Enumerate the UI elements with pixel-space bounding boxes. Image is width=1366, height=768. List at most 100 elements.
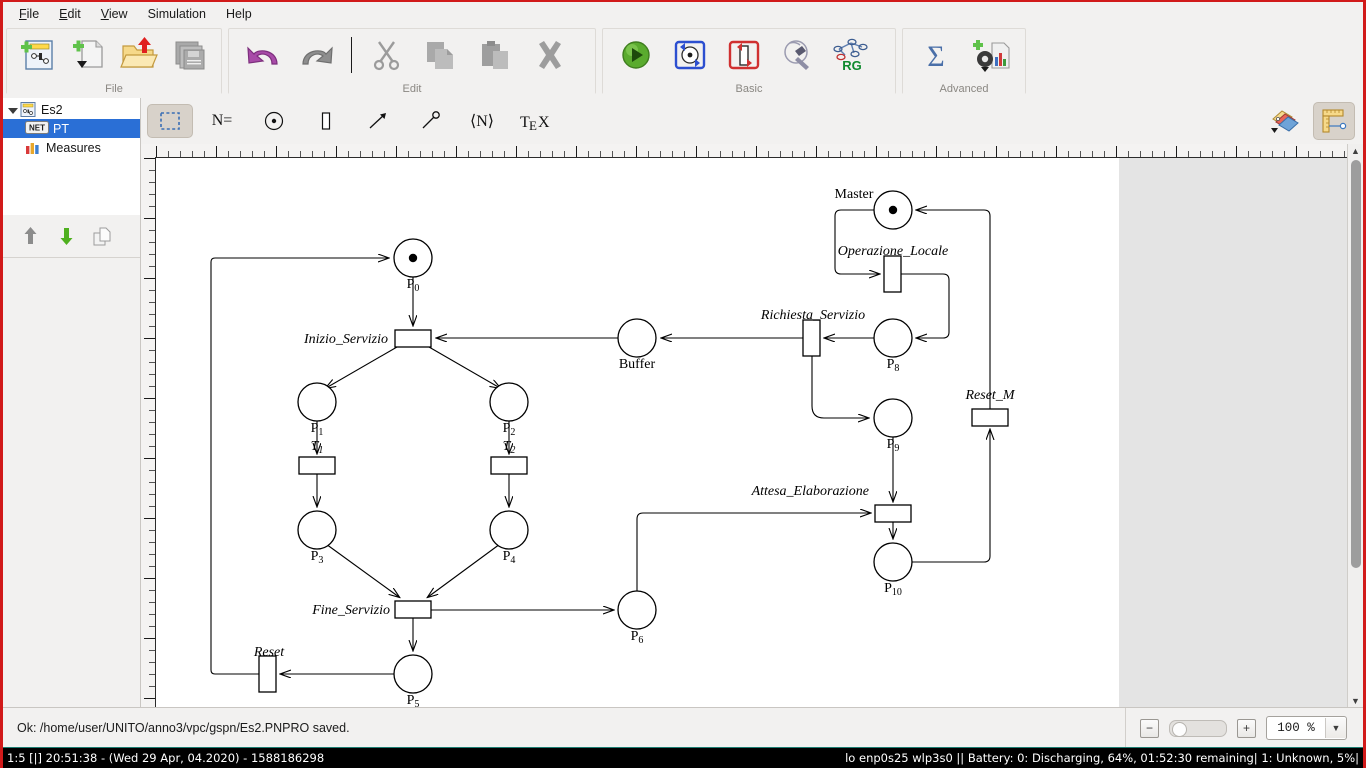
place-P2[interactable]: P2 <box>489 382 529 438</box>
place-P3[interactable]: P3 <box>297 510 337 566</box>
menu-view[interactable]: View <box>91 5 138 23</box>
menu-simulation[interactable]: Simulation <box>138 5 216 23</box>
ruler-grid-button[interactable] <box>1313 102 1355 140</box>
place-P4[interactable]: P4 <box>489 510 529 566</box>
ruler-tick <box>1212 151 1213 157</box>
transition-Inizio_Servizio[interactable]: Inizio_Servizio <box>303 329 432 348</box>
ruler-tick <box>552 151 553 157</box>
save-button[interactable] <box>165 29 216 81</box>
color-class-tool[interactable]: ⟨N⟩ <box>459 104 505 138</box>
reachability-graph-button[interactable]: RG <box>825 29 879 81</box>
transition-T1[interactable]: T1 <box>298 439 336 475</box>
zoom-out-button[interactable]: − <box>1140 718 1159 738</box>
project-sidebar: Es2 NET PT Measures <box>3 98 141 708</box>
redo-button[interactable] <box>289 29 343 81</box>
sum-measures-button[interactable]: Σ <box>909 29 963 81</box>
gear-chart-icon <box>973 40 1010 72</box>
tree-item-measures[interactable]: Measures <box>3 138 140 157</box>
play-simulation-button[interactable] <box>609 29 663 81</box>
place-P5[interactable]: P5 <box>393 654 433 708</box>
ruler-tick <box>149 506 155 507</box>
open-file-button[interactable] <box>114 29 165 81</box>
ruler-tick <box>576 146 577 157</box>
forward-step-button[interactable] <box>663 29 717 81</box>
duplicate-button[interactable] <box>91 224 113 248</box>
zoom-level-value: 100 % <box>1277 721 1315 735</box>
sidebar-tool-strip <box>3 215 140 258</box>
inhibitor-arc-icon <box>422 111 440 129</box>
undo-button[interactable] <box>235 29 289 81</box>
backward-step-button[interactable] <box>717 29 771 81</box>
chevron-down-icon[interactable]: ▼ <box>1325 718 1346 738</box>
ruler-tick <box>1272 151 1273 157</box>
move-up-button[interactable] <box>19 224 41 248</box>
scroll-up-arrow-icon[interactable]: ▲ <box>1348 144 1363 158</box>
ribbon-group-edit: Edit <box>228 28 596 95</box>
transition-Reset[interactable]: Reset <box>253 645 285 693</box>
tex-label-tool[interactable]: T E X <box>511 104 565 138</box>
place-Master[interactable]: Master <box>835 187 913 230</box>
ruler-tick <box>924 151 925 157</box>
ribbon-group-edit-label: Edit <box>229 83 595 95</box>
copy-button[interactable] <box>414 29 468 81</box>
place-label-master: Master <box>835 187 874 202</box>
ruler-tick <box>600 151 601 157</box>
inhibitor-arc-tool[interactable] <box>407 104 453 138</box>
zoom-level-combobox[interactable]: 100 % ▼ <box>1266 716 1347 740</box>
select-tool[interactable] <box>147 104 193 138</box>
place-tool[interactable] <box>251 104 297 138</box>
angle-n-icon: ⟨N⟩ <box>469 113 495 130</box>
vertical-scrollbar[interactable]: ▲ ▼ <box>1347 144 1363 708</box>
new-page-button[interactable] <box>64 29 115 81</box>
ruler-tick <box>480 151 481 157</box>
menu-help[interactable]: Help <box>216 5 262 23</box>
transition-Operazione_Locale[interactable]: Operazione_Locale <box>838 244 948 293</box>
structural-analysis-button[interactable] <box>771 29 825 81</box>
place-P9[interactable]: P9 <box>873 398 913 454</box>
place-P10[interactable]: P10 <box>873 542 913 598</box>
scrollbar-thumb[interactable] <box>1351 160 1361 568</box>
transition-T2[interactable]: T2 <box>490 439 528 475</box>
transition-tool[interactable] <box>303 104 349 138</box>
zoom-slider-handle[interactable] <box>1172 721 1187 737</box>
ruler-tick <box>888 151 889 157</box>
sidebar-empty-area <box>3 258 140 708</box>
place-P0[interactable]: P0 <box>393 238 433 294</box>
place-P6[interactable]: P6 <box>617 590 657 646</box>
transition-Richiesta_Servizio[interactable]: Richiesta_Servizio <box>760 308 865 357</box>
net-page[interactable]: P0 P1 P2 P3 P4 P5 P6 Buffer Master P8 P9… <box>156 158 1119 708</box>
ruler-tick <box>149 206 155 207</box>
transition-label: Reset_M <box>965 388 1016 403</box>
ruler-tick <box>149 530 155 531</box>
ruler-tick <box>588 151 589 157</box>
paste-button[interactable] <box>468 29 522 81</box>
ruler-tick <box>149 626 155 627</box>
cut-button[interactable] <box>360 29 414 81</box>
tag-colors-button[interactable] <box>1263 102 1305 140</box>
zoom-in-button[interactable]: + <box>1237 718 1256 738</box>
new-net-button[interactable] <box>13 29 64 81</box>
arc-tool[interactable] <box>355 104 401 138</box>
new-measure-button[interactable] <box>963 29 1017 81</box>
scroll-down-arrow-icon[interactable]: ▼ <box>1348 694 1363 708</box>
menu-file[interactable]: File <box>9 5 49 23</box>
menu-edit[interactable]: Edit <box>49 5 91 23</box>
tree-item-pt[interactable]: NET PT <box>3 119 140 138</box>
delete-button[interactable] <box>522 29 576 81</box>
place-Buffer[interactable]: Buffer <box>617 318 657 372</box>
marking-tool[interactable]: N= <box>199 104 245 138</box>
token <box>888 205 898 215</box>
ruler-tick <box>204 151 205 157</box>
net-canvas-area[interactable]: P0 P1 P2 P3 P4 P5 P6 Buffer Master P8 P9… <box>141 144 1363 708</box>
transition-Fine_Servizio[interactable]: Fine_Servizio <box>311 600 432 619</box>
move-down-button[interactable] <box>55 224 77 248</box>
place-P1[interactable]: P1 <box>297 382 337 438</box>
open-folder-icon <box>120 37 159 68</box>
petri-net-drawing[interactable]: P0 P1 P2 P3 P4 P5 P6 Buffer Master P8 P9… <box>156 158 1119 708</box>
tree-item-es2[interactable]: Es2 <box>3 100 140 119</box>
expander-triangle-icon[interactable] <box>7 104 19 116</box>
transition-Attesa_Elaborazione[interactable]: Attesa_Elaborazione <box>751 484 912 523</box>
place-P8[interactable]: P8 <box>873 318 913 374</box>
zoom-slider[interactable] <box>1169 719 1227 737</box>
svg-text:P4: P4 <box>503 549 516 566</box>
